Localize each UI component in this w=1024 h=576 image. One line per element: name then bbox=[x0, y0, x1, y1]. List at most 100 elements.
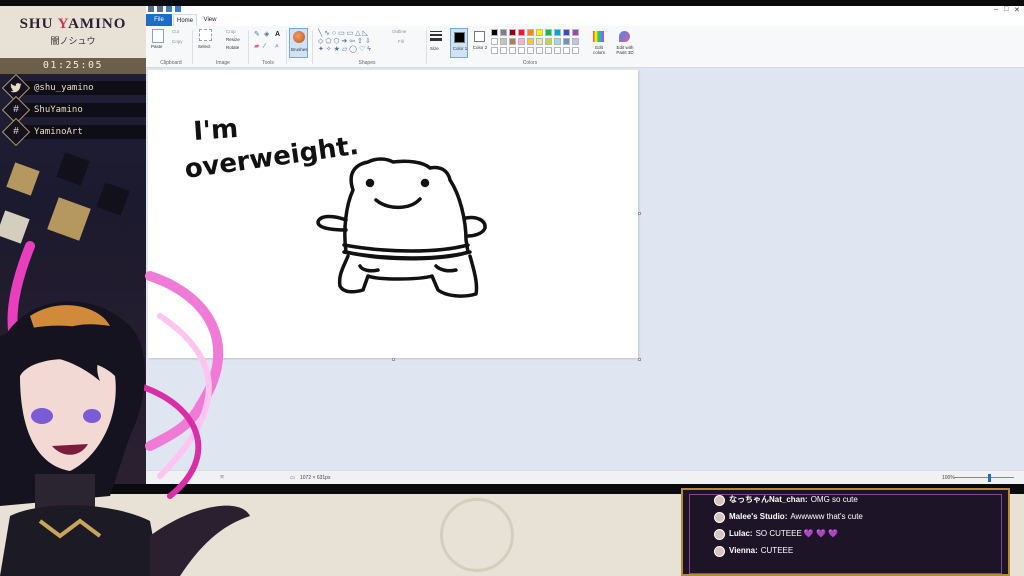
minimize-icon[interactable]: – bbox=[994, 6, 998, 13]
palette-swatch[interactable] bbox=[572, 38, 579, 45]
hashtag-icon: # bbox=[13, 126, 19, 137]
paint-app-icon bbox=[148, 6, 154, 12]
palette-swatch[interactable] bbox=[545, 38, 552, 45]
color-picker-icon[interactable]: ⁄ bbox=[264, 43, 265, 50]
palette-swatch[interactable] bbox=[545, 47, 552, 54]
palette-swatch[interactable] bbox=[491, 38, 498, 45]
palette-swatch[interactable] bbox=[527, 38, 534, 45]
canvas-resize-handle[interactable] bbox=[638, 358, 641, 361]
clipboard-group-label: Clipboard bbox=[160, 60, 182, 66]
status-bar: ⤧ ▭ 1072 × 631px 100% bbox=[146, 470, 1024, 484]
select-button[interactable]: Select bbox=[198, 44, 211, 49]
social-hashtag-1: # ShuYamino bbox=[0, 95, 146, 125]
paint3d-label: Edit with Paint 3D bbox=[616, 45, 634, 55]
social-twitter: @shu_yamino bbox=[0, 73, 146, 103]
palette-swatch[interactable] bbox=[536, 47, 543, 54]
palette-swatch[interactable] bbox=[518, 29, 525, 36]
edit-colors-button[interactable]: Edit colors bbox=[591, 28, 607, 58]
ribbon-separator bbox=[312, 30, 313, 64]
palette-swatch[interactable] bbox=[491, 47, 498, 54]
crop-button[interactable]: Crop bbox=[226, 29, 236, 34]
palette-swatch[interactable] bbox=[509, 47, 516, 54]
copy-button[interactable]: Copy bbox=[172, 39, 183, 44]
outline-button[interactable]: Outline bbox=[392, 29, 406, 34]
zoom-slider-thumb[interactable] bbox=[988, 474, 991, 482]
paste-button[interactable]: Paste bbox=[151, 44, 163, 49]
resize-button[interactable]: Resize bbox=[226, 37, 240, 42]
horn-shape bbox=[145, 271, 224, 451]
polygon-shape-icon[interactable]: ◇ ⬠ ⬡ ➔ ⇦ ⇧ ⇩ bbox=[318, 38, 371, 45]
palette-swatch[interactable] bbox=[554, 38, 561, 45]
palette-swatch[interactable] bbox=[527, 47, 534, 54]
line-shape-icon[interactable]: ╲ ∿ ○ ▭ ▭ △ ◺ bbox=[318, 30, 368, 37]
star-shape-icon[interactable]: ✦ ✧ ★ ▱ ◯ ♡ ϟ bbox=[318, 46, 371, 53]
palette-swatch[interactable] bbox=[545, 29, 552, 36]
vtuber-avatar bbox=[0, 241, 250, 576]
palette-swatch[interactable] bbox=[563, 38, 570, 45]
palette-swatch[interactable] bbox=[500, 29, 507, 36]
palette-swatch[interactable] bbox=[509, 38, 516, 45]
puzzle-decoration bbox=[56, 152, 90, 186]
palette-swatch[interactable] bbox=[509, 29, 516, 36]
brushes-label: Brushes bbox=[291, 47, 308, 52]
social-hashtag-text: YaminoArt bbox=[34, 127, 83, 137]
save-icon[interactable] bbox=[157, 6, 163, 12]
magnifier-icon[interactable]: ⌕ bbox=[275, 43, 279, 50]
color1-button[interactable]: Color 1 bbox=[450, 28, 468, 58]
palette-swatch[interactable] bbox=[536, 38, 543, 45]
chat-avatar bbox=[714, 546, 725, 557]
title-bar: – □ ✕ bbox=[146, 6, 1024, 14]
chat-avatar bbox=[714, 529, 725, 540]
palette-swatch[interactable] bbox=[500, 38, 507, 45]
palette-swatch[interactable] bbox=[554, 29, 561, 36]
eye-shape bbox=[83, 409, 101, 423]
puzzle-decoration bbox=[6, 162, 40, 196]
chat-avatar bbox=[714, 495, 725, 506]
canvas-resize-handle[interactable] bbox=[392, 358, 395, 361]
tab-file[interactable]: File bbox=[146, 14, 172, 26]
zoom-slider-track[interactable] bbox=[954, 477, 1014, 478]
tab-home[interactable]: Home bbox=[173, 14, 197, 26]
palette-swatch[interactable] bbox=[500, 47, 507, 54]
size-icon[interactable] bbox=[430, 29, 442, 43]
paint-window: – □ ✕ File Home View Paste Cut Copy Clip… bbox=[146, 6, 1024, 484]
rotate-button[interactable]: Rotate bbox=[226, 45, 239, 50]
palette-swatch[interactable] bbox=[536, 29, 543, 36]
maximize-icon[interactable]: □ bbox=[1004, 6, 1008, 13]
ribbon-separator bbox=[426, 30, 427, 64]
social-hashtag-text: ShuYamino bbox=[34, 105, 83, 115]
palette-swatch[interactable] bbox=[527, 29, 534, 36]
eraser-icon[interactable]: ▰ bbox=[254, 43, 259, 50]
redo-icon[interactable] bbox=[175, 6, 181, 12]
ribbon-separator bbox=[248, 30, 249, 64]
fill-icon[interactable]: ◈ bbox=[264, 31, 269, 38]
undo-icon[interactable] bbox=[166, 6, 172, 12]
paint3d-button[interactable]: Edit with Paint 3D bbox=[612, 28, 638, 58]
paste-icon[interactable] bbox=[152, 29, 164, 43]
palette-swatch[interactable] bbox=[491, 29, 498, 36]
cut-button[interactable]: Cut bbox=[172, 29, 179, 34]
brushes-button[interactable]: Brushes bbox=[289, 28, 308, 58]
palette-swatch[interactable] bbox=[554, 47, 561, 54]
size-label: Size bbox=[430, 46, 439, 51]
wing-shape bbox=[150, 505, 250, 576]
text-icon[interactable]: A bbox=[275, 31, 280, 38]
color2-button[interactable]: Color 2 bbox=[471, 28, 489, 58]
canvas-resize-handle[interactable] bbox=[638, 212, 641, 215]
fill-button[interactable]: Fill bbox=[398, 39, 404, 44]
select-icon[interactable] bbox=[199, 29, 212, 41]
palette-swatch[interactable] bbox=[563, 47, 570, 54]
tab-view[interactable]: View bbox=[199, 14, 221, 26]
palette-swatch[interactable] bbox=[563, 29, 570, 36]
palette-swatch[interactable] bbox=[572, 47, 579, 54]
palette-swatch[interactable] bbox=[518, 47, 525, 54]
pencil-icon[interactable]: ✎ bbox=[254, 31, 260, 38]
social-handle: @shu_yamino bbox=[34, 83, 94, 93]
color-wheel-icon bbox=[593, 31, 604, 42]
close-icon[interactable]: ✕ bbox=[1014, 6, 1020, 14]
eye-shape bbox=[31, 408, 53, 424]
palette-swatch[interactable] bbox=[518, 38, 525, 45]
palette-swatch[interactable] bbox=[572, 29, 579, 36]
puzzle-decoration bbox=[47, 197, 91, 241]
paint3d-icon bbox=[619, 31, 630, 42]
